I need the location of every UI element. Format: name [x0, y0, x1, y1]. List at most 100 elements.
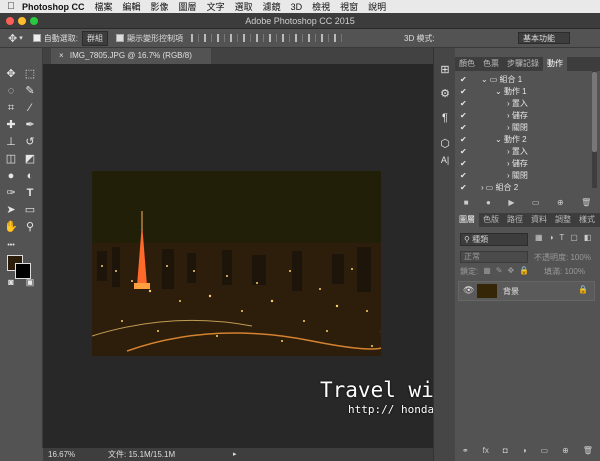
menu-filter[interactable]: 濾鏡: [263, 0, 281, 13]
zoom-window-button[interactable]: [30, 17, 38, 25]
crop-tool-icon[interactable]: ⌗: [3, 100, 19, 116]
menu-help[interactable]: 說明: [368, 0, 386, 13]
zoom-level[interactable]: 16.67%: [48, 448, 75, 461]
lock-pixels-icon[interactable]: ✎: [496, 266, 503, 277]
lasso-tool-icon[interactable]: ◌: [3, 83, 19, 99]
menu-edit[interactable]: 編輯: [123, 0, 141, 13]
close-window-button[interactable]: [6, 17, 14, 25]
healing-brush-tool-icon[interactable]: ✚: [3, 117, 19, 133]
action-step-row[interactable]: ✔ › 儲存: [455, 158, 595, 170]
action-row[interactable]: ✔ ⌄ 動作 1: [455, 86, 595, 98]
paragraph-icon[interactable]: ¶: [437, 110, 453, 126]
properties-icon[interactable]: ⚙: [437, 86, 453, 102]
blur-tool-icon[interactable]: ●: [3, 168, 19, 184]
lock-all-icon[interactable]: 🔒: [519, 266, 529, 277]
menu-image[interactable]: 影像: [151, 0, 169, 13]
action-step-row[interactable]: ✔ › 儲存: [455, 110, 595, 122]
menu-view[interactable]: 檢視: [312, 0, 330, 13]
tab-history[interactable]: 步驟記錄: [503, 57, 543, 71]
align-hcenter-icon[interactable]: [242, 34, 251, 42]
play-icon[interactable]: ▶: [508, 198, 514, 210]
ellipsis-icon[interactable]: •••: [3, 238, 19, 254]
apple-icon[interactable]: : [0, 1, 22, 12]
tab-layers[interactable]: 圖層: [455, 213, 479, 227]
screen-mode-icon[interactable]: ▣: [22, 274, 38, 290]
action-set-row[interactable]: ✔ ⌄ ▭ 組合 1: [455, 74, 595, 86]
hand-tool-icon[interactable]: ✋: [3, 219, 19, 235]
tab-channels[interactable]: 色版: [479, 213, 503, 227]
zoom-tool-icon[interactable]: ⚲: [22, 219, 38, 235]
rectangle-tool-icon[interactable]: ▭: [22, 202, 38, 218]
new-group-icon[interactable]: ▭: [541, 446, 549, 458]
blend-mode-dropdown[interactable]: 正常: [460, 251, 528, 263]
paint-bucket-tool-icon[interactable]: ◩: [22, 151, 38, 167]
brush-tool-icon[interactable]: ✒: [22, 117, 38, 133]
character-icon[interactable]: A|: [437, 152, 453, 168]
dodge-tool-icon[interactable]: ◐: [22, 168, 38, 184]
workspace-dropdown[interactable]: 基本功能: [518, 32, 570, 44]
auto-select-checkbox[interactable]: [32, 34, 44, 43]
quick-select-tool-icon[interactable]: ✎: [22, 83, 38, 99]
adjustment-filter-icon[interactable]: ◑: [549, 233, 554, 242]
align-vcenter-icon[interactable]: [203, 34, 212, 42]
actions-scrollbar[interactable]: [592, 70, 597, 188]
tab-swatches[interactable]: 色票: [479, 57, 503, 71]
layer-row-background[interactable]: 👁 背景 🔒: [458, 281, 595, 301]
new-layer-icon[interactable]: ⊕: [562, 446, 569, 458]
distribute-left-icon[interactable]: [307, 34, 316, 42]
type-tool-icon[interactable]: T: [22, 185, 38, 201]
tab-paths[interactable]: 路徑: [503, 213, 527, 227]
record-icon[interactable]: ●: [486, 198, 491, 210]
chevron-right-icon[interactable]: ▸: [233, 448, 237, 461]
stop-icon[interactable]: ■: [464, 198, 469, 210]
auto-select-dropdown[interactable]: 群組: [81, 30, 108, 46]
distribute-vcenter-icon[interactable]: [281, 34, 290, 42]
action-step-row[interactable]: ✔ › 置入: [455, 146, 595, 158]
eyedropper-tool-icon[interactable]: ⁄: [22, 100, 38, 116]
menu-file[interactable]: 檔案: [95, 0, 113, 13]
path-select-tool-icon[interactable]: ➤: [3, 202, 19, 218]
pen-tool-icon[interactable]: ✑: [3, 185, 19, 201]
action-step-row[interactable]: ✔ › 置入: [455, 98, 595, 110]
tab-color[interactable]: 顏色: [455, 57, 479, 71]
history-brush-tool-icon[interactable]: ↺: [22, 134, 38, 150]
layer-filter-dropdown[interactable]: ⚲ 種類: [460, 233, 528, 246]
distribute-top-icon[interactable]: [268, 34, 277, 42]
shape-filter-icon[interactable]: ▢: [570, 233, 578, 242]
pixel-filter-icon[interactable]: ▦: [535, 233, 543, 242]
align-left-icon[interactable]: [229, 34, 238, 42]
trash-icon[interactable]: 🗑: [583, 446, 593, 458]
quick-mask-icon[interactable]: ◙: [3, 274, 19, 290]
distribute-hcenter-icon[interactable]: [320, 34, 329, 42]
menu-window[interactable]: 視窗: [340, 0, 358, 13]
type-filter-icon[interactable]: T: [559, 233, 564, 242]
distribute-right-icon[interactable]: [333, 34, 342, 42]
fill-value[interactable]: 100%: [564, 267, 584, 276]
action-step-row[interactable]: ✔ › 關閉: [455, 122, 595, 134]
eye-icon[interactable]: 👁: [463, 285, 474, 296]
eraser-tool-icon[interactable]: ◫: [3, 151, 19, 167]
trash-icon[interactable]: 🗑: [581, 198, 591, 210]
adjustment-layer-icon[interactable]: ◑: [522, 446, 527, 458]
opacity-value[interactable]: 100%: [570, 253, 590, 262]
action-step-row[interactable]: ✔ › 關閉: [455, 170, 595, 182]
new-action-icon[interactable]: ⊕: [557, 198, 564, 210]
move-tool-icon[interactable]: ✥: [3, 66, 19, 82]
new-set-icon[interactable]: ▭: [532, 198, 540, 210]
smart-object-filter-icon[interactable]: ◧: [584, 233, 592, 242]
marquee-tool-icon[interactable]: ⬚: [22, 66, 38, 82]
show-transform-checkbox[interactable]: [115, 34, 127, 43]
align-top-icon[interactable]: [190, 34, 199, 42]
tab-libraries[interactable]: 資料: [527, 213, 551, 227]
artboard-icon[interactable]: ⊞: [437, 62, 453, 78]
align-bottom-icon[interactable]: [216, 34, 225, 42]
tab-actions[interactable]: 動作: [543, 57, 567, 71]
menu-type[interactable]: 文字: [207, 0, 225, 13]
menu-layer[interactable]: 圖層: [179, 0, 197, 13]
document-tab[interactable]: × IMG_7805.JPG @ 16.7% (RGB/8): [51, 48, 211, 64]
tab-adjustments[interactable]: 調整: [551, 213, 575, 227]
clone-stamp-tool-icon[interactable]: ⊥: [3, 134, 19, 150]
lock-position-icon[interactable]: ✥: [508, 266, 515, 277]
link-layers-icon[interactable]: ⚭: [462, 446, 469, 458]
document-image[interactable]: [92, 171, 381, 356]
